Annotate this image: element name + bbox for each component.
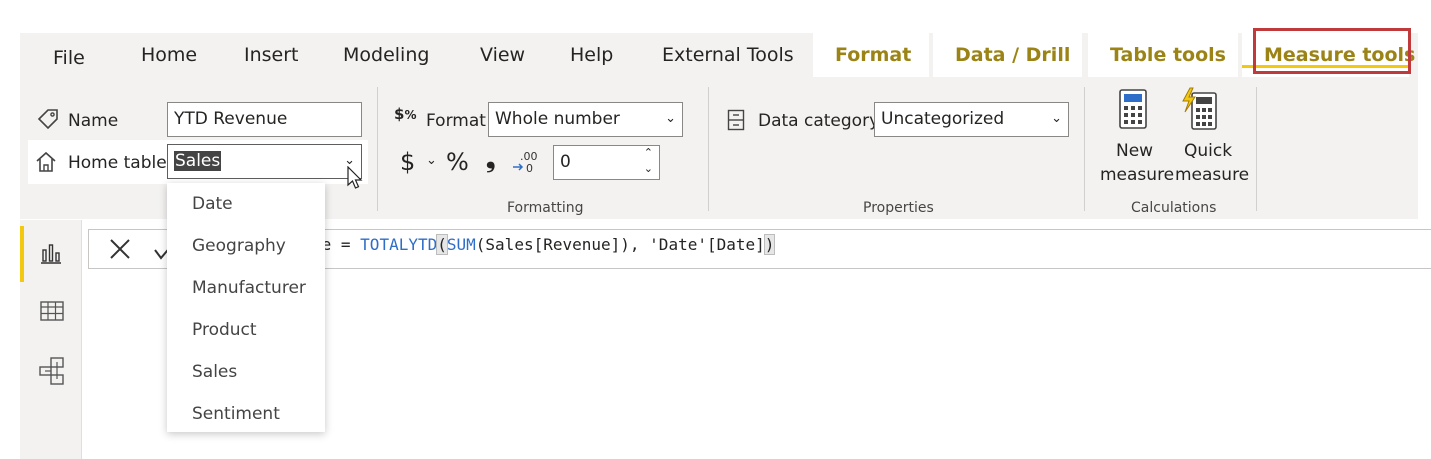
quick-measure-button[interactable]: Quick measure (1170, 87, 1250, 197)
quick-measure-label-line1: Quick (1184, 141, 1233, 161)
stepper-up-icon[interactable]: ⌃ (644, 145, 653, 161)
group-divider (1084, 87, 1085, 211)
thousands-separator-button[interactable]: ❟ (486, 145, 495, 173)
format-select-value: Whole number (495, 109, 620, 129)
formula-fn-totalytd: TOTALYTD (360, 235, 438, 254)
quick-calculator-icon (1180, 87, 1220, 135)
ribbon-tab-bar: File Home Insert Modeling View Help Exte… (20, 33, 1418, 79)
tab-modeling[interactable]: Modeling (343, 33, 429, 77)
tab-external-tools[interactable]: External Tools (662, 33, 794, 77)
calculations-group-label: Calculations (1131, 200, 1217, 216)
data-category-icon (727, 109, 745, 135)
format-select[interactable]: Whole number ⌄ (488, 102, 683, 137)
home-table-selected-value: Sales (174, 151, 222, 171)
svg-text:0: 0 (526, 162, 533, 175)
chevron-down-icon: ⌄ (1051, 111, 1062, 126)
currency-dropdown-chevron-icon[interactable]: ⌄ (426, 153, 437, 168)
decimal-places-icon[interactable]: .00 0 (512, 149, 538, 179)
dropdown-option-sales[interactable]: Sales (192, 362, 237, 382)
tab-format[interactable]: Format (813, 33, 929, 77)
decimal-places-value: 0 (560, 152, 571, 172)
tag-icon (36, 107, 60, 135)
formula-open-paren: ( (436, 234, 448, 255)
bar-chart-icon[interactable] (40, 242, 62, 268)
tab-insert[interactable]: Insert (244, 33, 299, 77)
tab-data-drill[interactable]: Data / Drill (933, 33, 1082, 77)
properties-group-label: Properties (863, 200, 934, 216)
dropdown-option-sentiment[interactable]: Sentiment (192, 404, 280, 424)
close-icon[interactable] (108, 237, 132, 265)
formula-close-paren: ) (763, 234, 776, 255)
dropdown-option-date[interactable]: Date (192, 194, 233, 214)
home-table-label: Home table (68, 153, 167, 173)
active-view-indicator (20, 226, 24, 282)
mouse-cursor-icon (346, 165, 364, 194)
new-measure-label-line1: New (1116, 141, 1154, 161)
data-category-select[interactable]: Uncategorized ⌄ (874, 102, 1069, 137)
stepper-down-icon[interactable]: ⌄ (644, 161, 653, 177)
calculator-icon (1118, 89, 1148, 133)
data-category-select-value: Uncategorized (881, 109, 1005, 129)
new-measure-label-line2: measure (1100, 165, 1175, 185)
tab-home[interactable]: Home (141, 33, 197, 77)
view-switcher-rail (20, 220, 82, 459)
home-icon (34, 150, 58, 178)
formatting-group-label: Formatting (507, 200, 584, 216)
home-table-dropdown-list: Date Geography Manufacturer Product Sale… (167, 183, 325, 432)
data-category-label: Data category (758, 111, 880, 131)
new-measure-button[interactable]: New measure (1098, 87, 1174, 197)
tab-view[interactable]: View (480, 33, 525, 77)
tab-table-tools[interactable]: Table tools (1088, 33, 1238, 77)
currency-format-icon: $% (394, 105, 417, 123)
quick-measure-label-line2: measure (1175, 165, 1250, 185)
dropdown-option-product[interactable]: Product (192, 320, 257, 340)
decimal-places-stepper[interactable]: 0 ⌃ ⌄ (553, 145, 660, 180)
measure-tools-highlight-box (1253, 28, 1411, 74)
tab-help[interactable]: Help (570, 33, 613, 77)
dropdown-option-geography[interactable]: Geography (192, 236, 286, 256)
tab-file[interactable]: File (53, 36, 85, 80)
formula-fn-sum: SUM (446, 235, 476, 254)
group-divider (1256, 87, 1257, 211)
formula-middle: (Sales[Revenue]), 'Date'[Date] (475, 235, 765, 254)
name-label: Name (68, 111, 119, 131)
currency-button[interactable]: $ (400, 148, 415, 176)
percent-button[interactable]: % (446, 148, 469, 176)
table-grid-icon[interactable] (40, 301, 64, 325)
dropdown-option-manufacturer[interactable]: Manufacturer (192, 278, 306, 298)
group-divider (708, 87, 709, 211)
home-table-select[interactable]: Sales ⌄ (167, 144, 362, 179)
format-label: Format (426, 111, 486, 131)
name-input[interactable]: YTD Revenue (167, 102, 362, 137)
model-icon[interactable] (39, 357, 65, 389)
group-divider (377, 87, 378, 211)
chevron-down-icon: ⌄ (665, 111, 676, 126)
